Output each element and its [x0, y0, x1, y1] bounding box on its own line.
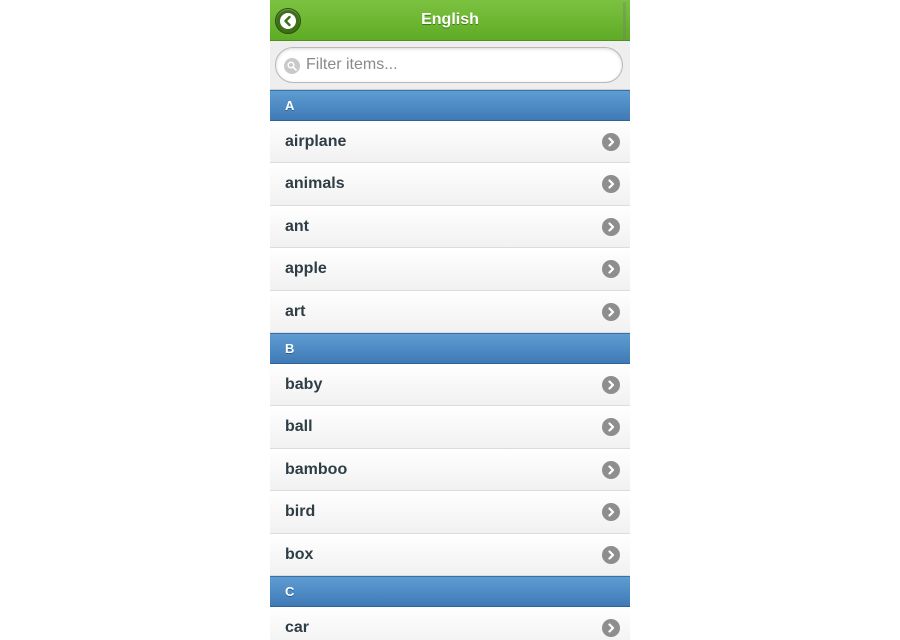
list-item[interactable]: bamboo [270, 448, 630, 492]
list-item-label: ball [285, 418, 313, 436]
filter-bar [270, 41, 630, 90]
list-item[interactable]: bird [270, 491, 630, 534]
list-item[interactable]: car [270, 606, 630, 640]
list-item[interactable]: animals [270, 163, 630, 206]
search-icon [284, 58, 300, 74]
list-item-label: bird [285, 503, 316, 521]
list-item[interactable]: airplane [270, 121, 630, 164]
list-item-label: bamboo [285, 460, 348, 478]
filter-input[interactable] [306, 48, 606, 82]
list-item[interactable]: box [270, 533, 630, 576]
section-divider-b: B [270, 332, 630, 364]
chevron-right-icon [602, 260, 620, 279]
chevron-right-icon [602, 175, 620, 194]
chevron-right-icon [602, 133, 620, 151]
list-item[interactable]: ball [270, 406, 630, 449]
list-item-label: apple [285, 260, 327, 278]
chevron-right-icon [602, 375, 620, 394]
list-item-label: airplane [285, 133, 347, 150]
section-divider-c: C [270, 575, 630, 607]
list-item[interactable]: apple [270, 248, 630, 291]
header-bar: English [270, 0, 630, 72]
filter-field[interactable] [275, 47, 623, 83]
chevron-right-icon [602, 460, 620, 479]
list-item-label: car [285, 618, 310, 636]
chevron-right-icon [602, 418, 620, 437]
list-item-label: baby [285, 375, 323, 393]
chevron-right-icon [602, 545, 620, 564]
chevron-right-icon [602, 618, 620, 637]
section-divider-a: A [270, 90, 630, 121]
list-item[interactable]: art [270, 290, 630, 333]
chevron-right-icon [602, 217, 620, 236]
list-item-label: animals [285, 175, 345, 193]
page-title: English [421, 11, 479, 28]
app-screen: English A airplane animals ant [270, 0, 630, 640]
item-list: A airplane animals ant apple art B baby … [270, 90, 630, 640]
chevron-right-icon [602, 503, 620, 522]
list-item[interactable]: ant [270, 205, 630, 249]
list-item[interactable]: baby [270, 363, 630, 407]
list-item-label: art [285, 302, 306, 320]
chevron-right-icon [602, 302, 620, 321]
list-item-label: ant [285, 217, 309, 235]
list-item-label: box [285, 545, 314, 563]
